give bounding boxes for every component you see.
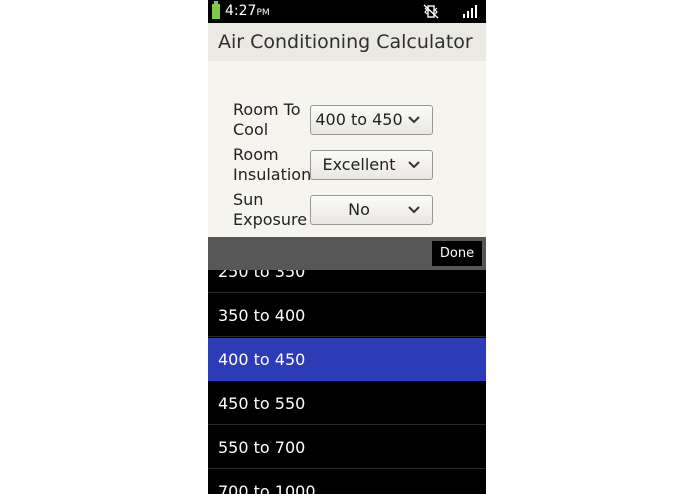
sun-exposure-select[interactable]: No — [310, 195, 433, 225]
picker-list[interactable]: 250 to 350 350 to 400 400 to 450 450 to … — [208, 270, 486, 494]
room-insulation-select[interactable]: Excellent — [310, 150, 433, 180]
title-bar: Air Conditioning Calculator — [208, 23, 486, 61]
chevron-down-icon — [408, 161, 420, 169]
sun-exposure-label: Sun Exposure — [233, 190, 308, 229]
picker-toolbar: Done — [208, 237, 486, 270]
room-to-cool-value: 400 to 450 — [315, 110, 403, 129]
picker-option[interactable]: 250 to 350 — [208, 270, 486, 293]
picker-option[interactable]: 450 to 550 — [208, 382, 486, 425]
calculator-form: Room To Cool 400 to 450 Room Insulation … — [208, 61, 486, 237]
page-title: Air Conditioning Calculator — [218, 31, 473, 53]
room-to-cool-label: Room To Cool — [233, 100, 301, 139]
chevron-down-icon — [408, 206, 420, 214]
phone-screen: 4:27PM Air Conditioning Calculator Room … — [208, 0, 486, 494]
chevron-down-icon — [408, 116, 420, 124]
picker-option[interactable]: 700 to 1000 — [208, 470, 486, 494]
signal-icon — [463, 5, 477, 18]
status-time: 4:27PM — [225, 3, 270, 19]
room-to-cool-select[interactable]: 400 to 450 — [310, 105, 433, 135]
sun-exposure-value: No — [348, 200, 370, 219]
done-button[interactable]: Done — [432, 241, 482, 266]
vibrate-mute-icon — [423, 4, 439, 19]
picker-option[interactable]: 550 to 700 — [208, 426, 486, 469]
room-insulation-value: Excellent — [322, 155, 396, 174]
picker-option-selected[interactable]: 400 to 450 — [208, 338, 486, 381]
battery-icon — [212, 1, 220, 19]
status-bar: 4:27PM — [208, 0, 486, 23]
room-insulation-label: Room Insulation — [233, 145, 312, 184]
picker-option[interactable]: 350 to 400 — [208, 294, 486, 337]
